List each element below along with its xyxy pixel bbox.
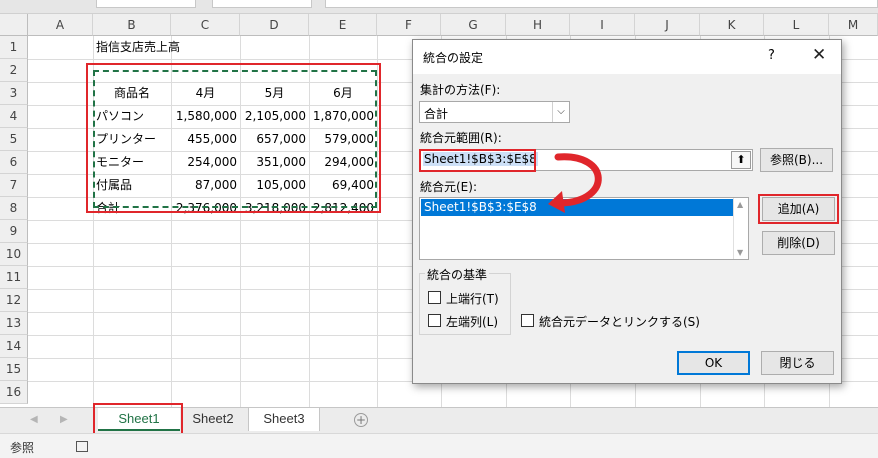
column-header-c[interactable]: C (171, 14, 240, 36)
dialog-titlebar[interactable]: 統合の設定 ? ✕ (413, 40, 841, 74)
column-header-i[interactable]: I (570, 14, 635, 36)
tab-sheet3[interactable]: Sheet3 (248, 408, 320, 431)
function-value: 合計 (424, 107, 449, 121)
tab-sheet2[interactable]: Sheet2 (180, 408, 246, 431)
formula-bar-edge (325, 0, 878, 8)
link-source-label[interactable]: 統合元データとリンクする(S) (539, 313, 700, 330)
name-box-edge (96, 0, 196, 8)
row-header-16[interactable]: 16 (0, 381, 28, 404)
close-button[interactable]: 閉じる (761, 351, 834, 375)
column-header-h[interactable]: H (506, 14, 570, 36)
row-header-14[interactable]: 14 (0, 335, 28, 358)
scroll-down-icon[interactable]: ▼ (737, 248, 743, 257)
select-all-corner[interactable] (0, 14, 28, 36)
close-icon[interactable]: ✕ (812, 45, 826, 65)
reference-label: 統合元範囲(R): (420, 131, 502, 145)
top-row-label[interactable]: 上端行(T) (446, 290, 499, 307)
left-column-checkbox[interactable] (428, 314, 441, 327)
ribbon-edge (0, 0, 878, 14)
delete-button[interactable]: 削除(D) (762, 231, 835, 255)
use-labels-title: 統合の基準 (425, 266, 490, 283)
status-mode: 参照 (10, 441, 35, 455)
row-header-2[interactable]: 2 (0, 59, 28, 82)
macro-record-icon[interactable] (76, 441, 88, 452)
link-source-checkbox[interactable] (521, 314, 534, 327)
row-header-11[interactable]: 11 (0, 266, 28, 289)
range-highlight-box (86, 63, 381, 213)
column-header-a[interactable]: A (28, 14, 93, 36)
column-header-b[interactable]: B (93, 14, 171, 36)
row-header-15[interactable]: 15 (0, 358, 28, 381)
tab-scroll-left-icon[interactable]: ◀ (30, 414, 38, 425)
status-bar: 参照 (0, 433, 878, 458)
row-header-6[interactable]: 6 (0, 151, 28, 174)
add-sheet-icon[interactable]: + (354, 413, 368, 427)
red-curved-arrow-icon (548, 153, 602, 213)
browse-button[interactable]: 参照(B)... (760, 148, 833, 172)
column-header-e[interactable]: E (309, 14, 377, 36)
list-scrollbar[interactable]: ▲ ▼ (733, 198, 748, 259)
cell-b1-title[interactable]: 指信支店売上高 (93, 36, 243, 59)
left-column-label[interactable]: 左端列(L) (446, 313, 498, 330)
row-header-4[interactable]: 4 (0, 105, 28, 128)
add-highlight-box (758, 194, 839, 224)
column-header-m[interactable]: M (829, 14, 878, 36)
all-references-label: 統合元(E): (420, 180, 477, 194)
row-header-13[interactable]: 13 (0, 312, 28, 335)
row-header-7[interactable]: 7 (0, 174, 28, 197)
column-header-g[interactable]: G (441, 14, 506, 36)
column-header-k[interactable]: K (700, 14, 764, 36)
row-header-1[interactable]: 1 (0, 36, 28, 59)
dialog-title: 統合の設定 (423, 51, 484, 65)
tab-highlight-box (93, 403, 183, 435)
ok-button[interactable]: OK (677, 351, 750, 375)
column-header-l[interactable]: L (764, 14, 829, 36)
row-header-9[interactable]: 9 (0, 220, 28, 243)
function-label: 集計の方法(F): (420, 83, 501, 97)
scroll-up-icon[interactable]: ▲ (737, 200, 743, 209)
row-header-12[interactable]: 12 (0, 289, 28, 312)
help-icon[interactable]: ? (768, 48, 775, 63)
tab-scroll-right-icon[interactable]: ▶ (60, 414, 68, 425)
function-select[interactable]: 合計 ⌵ (419, 101, 570, 123)
row-header-3[interactable]: 3 (0, 82, 28, 105)
row-header-10[interactable]: 10 (0, 243, 28, 266)
column-header-d[interactable]: D (240, 14, 309, 36)
reference-highlight-box (419, 149, 536, 172)
top-row-checkbox[interactable] (428, 291, 441, 304)
chevron-down-icon[interactable]: ⌵ (552, 102, 569, 122)
formula-bar-edge (212, 0, 312, 8)
row-header-8[interactable]: 8 (0, 197, 28, 220)
row-header-5[interactable]: 5 (0, 128, 28, 151)
consolidate-dialog: 統合の設定 ? ✕ 集計の方法(F): 合計 ⌵ 統合元範囲(R): Sheet… (412, 39, 842, 384)
collapse-dialog-icon[interactable]: ⬆ (731, 151, 751, 169)
column-header-f[interactable]: F (377, 14, 441, 36)
column-header-j[interactable]: J (635, 14, 700, 36)
